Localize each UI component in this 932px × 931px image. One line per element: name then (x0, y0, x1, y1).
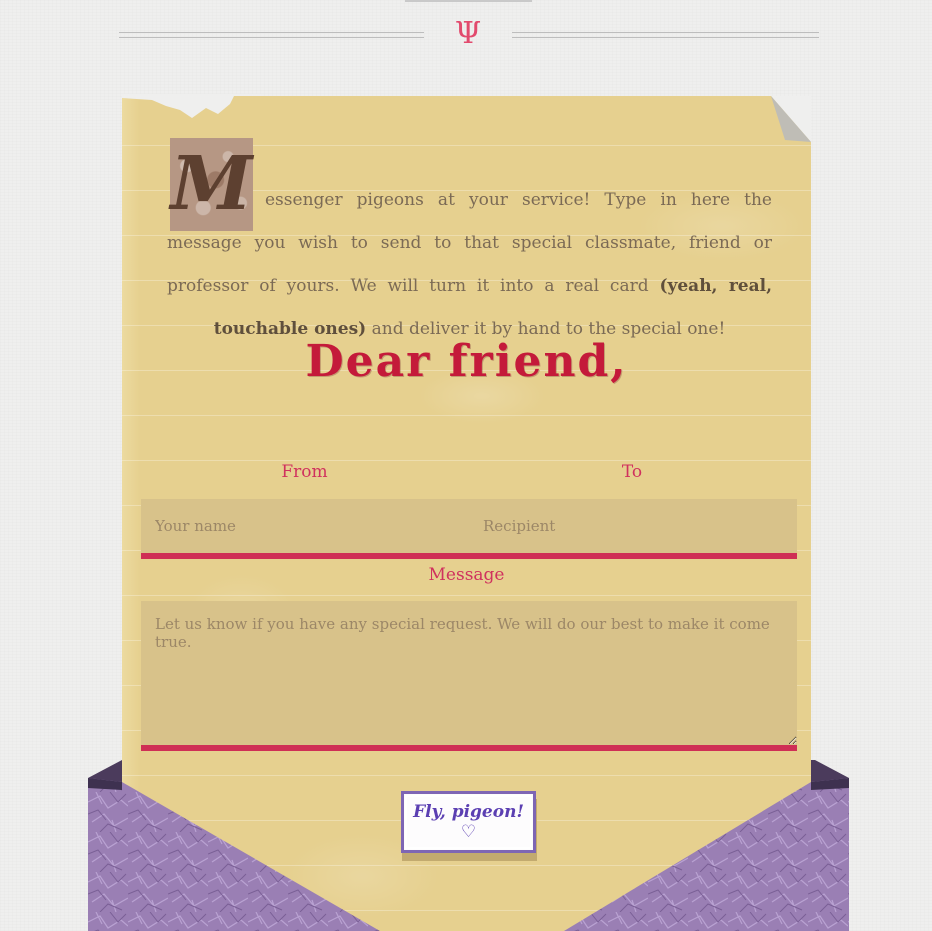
header-rule-right (512, 32, 819, 38)
greeting-heading: Dear friend, (305, 336, 628, 387)
letter-paper: M essenger pigeons at your service! Type… (122, 94, 811, 931)
sender-recipient-row (141, 499, 797, 559)
to-label: To (621, 462, 643, 482)
from-input[interactable] (141, 499, 469, 553)
page-curl (771, 96, 811, 142)
from-label: From (281, 462, 328, 482)
intro-paragraph: essenger pigeons at your service! Type i… (167, 179, 772, 351)
top-divider-stub (405, 0, 532, 2)
psi-emblem-icon: Ψ (454, 16, 482, 51)
header-rule-left (119, 32, 424, 38)
message-label: Message (428, 565, 505, 585)
fly-pigeon-button[interactable]: Fly, pigeon! ♡ (401, 791, 536, 853)
to-input[interactable] (469, 499, 797, 553)
torn-corner (122, 94, 262, 118)
message-textarea[interactable] (141, 601, 797, 751)
